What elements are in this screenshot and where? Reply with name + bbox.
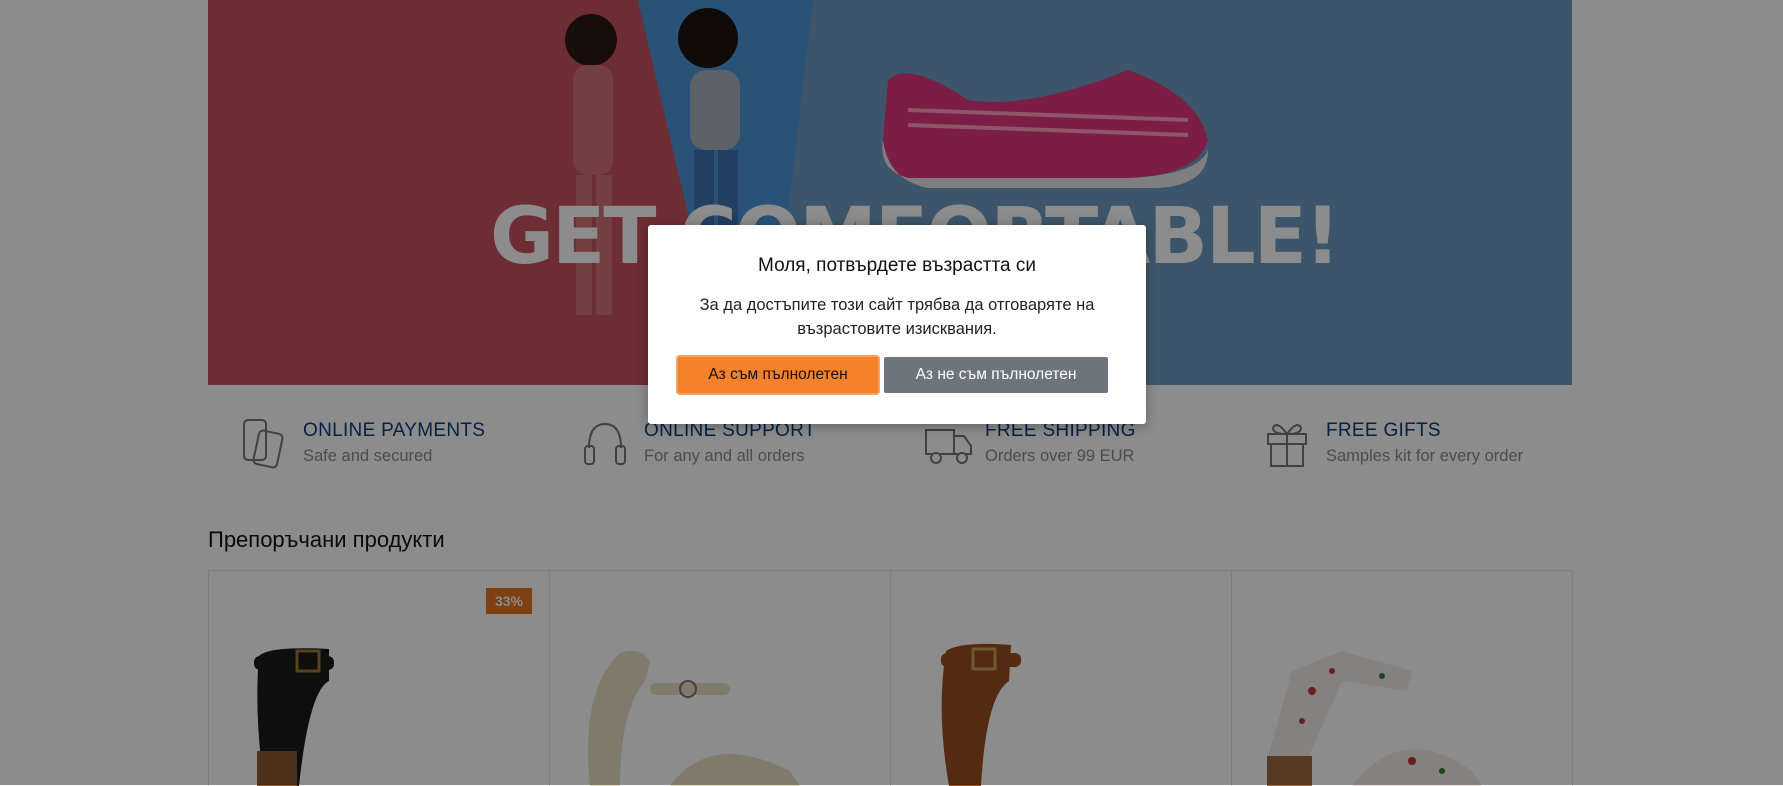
deny-adult-button[interactable]: Аз не съм пълнолетен [884, 357, 1108, 393]
modal-text: За да достъпите този сайт трябва да отго… [699, 296, 1095, 338]
age-verification-modal: Моля, потвърдете възрастта си За да дост… [648, 225, 1146, 424]
modal-title: Моля, потвърдете възрастта си [758, 255, 1036, 276]
confirm-adult-button[interactable]: Аз съм пълнолетен [678, 357, 878, 393]
page: GET COMFORTABLE! ONLINE PAYMENTS Safe an… [0, 0, 1783, 786]
